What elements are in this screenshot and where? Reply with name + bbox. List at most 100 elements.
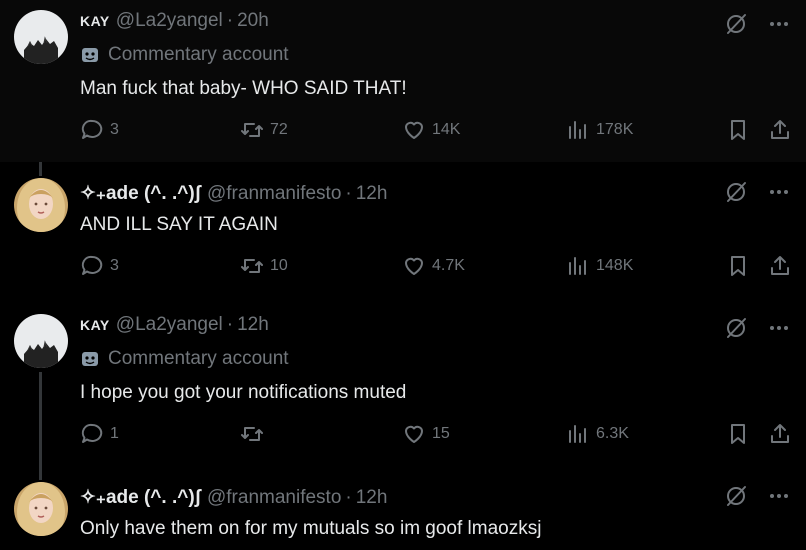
separator-dot: ·	[226, 10, 234, 31]
view-count: 6.3K	[596, 425, 629, 442]
tweet-text: AND ILL SAY IT AGAIN	[80, 214, 278, 235]
tweet-header: KAY @La2yangel · 12h	[80, 314, 269, 336]
tweet-top-icons	[724, 180, 790, 204]
tweet-top-icons	[724, 12, 790, 36]
retweet-count: 72	[270, 121, 288, 138]
views-icon	[569, 121, 586, 139]
share-icon	[771, 256, 789, 275]
avatar[interactable]	[14, 10, 68, 64]
bookmark-button[interactable]	[726, 254, 756, 278]
like-icon	[405, 257, 423, 275]
like-icon	[405, 425, 423, 443]
like-count: 15	[432, 425, 450, 442]
reply-count: 3	[110, 257, 119, 274]
tweet-text: I hope you got your notifications muted	[80, 382, 407, 403]
timestamp[interactable]: 12h	[356, 183, 388, 205]
grok-icon[interactable]	[724, 484, 748, 508]
tweet-text: Only have them on for my mutuals so im g…	[80, 518, 542, 539]
share-button[interactable]	[768, 254, 798, 278]
more-icon[interactable]	[768, 485, 790, 507]
tweet-top-icons	[724, 484, 790, 508]
tweet-text: Man fuck that baby- WHO SAID THAT!	[80, 78, 407, 99]
more-icon[interactable]	[768, 317, 790, 339]
tweet-header: ✧₊ade (^. .^)ʃ @franmanifesto · 12h	[80, 486, 387, 509]
separator-dot: ·	[226, 314, 234, 335]
tweet[interactable]: KAY @La2yangel · 12h Commentary account …	[0, 300, 806, 468]
views-button[interactable]: 178K	[566, 118, 633, 142]
account-label-text: Commentary account	[108, 348, 289, 369]
reply-icon	[81, 119, 103, 139]
timestamp[interactable]: 12h	[356, 487, 388, 509]
avatar[interactable]	[14, 482, 68, 536]
mask-icon	[82, 352, 98, 366]
account-label-text: Commentary account	[108, 44, 289, 65]
grok-icon[interactable]	[724, 180, 748, 204]
tweet[interactable]: ✧₊ade (^. .^)ʃ @franmanifesto · 12h Only…	[0, 468, 806, 550]
views-button[interactable]: 148K	[566, 254, 633, 278]
views-icon	[569, 257, 586, 275]
reply-button[interactable]: 3	[80, 254, 119, 278]
username[interactable]: @La2yangel	[116, 314, 223, 336]
tweet-header: KAY @La2yangel · 20h	[80, 10, 269, 32]
retweet-button[interactable]: 10	[240, 254, 288, 278]
more-icon[interactable]	[768, 13, 790, 35]
account-label: Commentary account	[80, 348, 289, 370]
reply-button[interactable]: 1	[80, 422, 119, 446]
reply-icon	[81, 255, 103, 275]
share-button[interactable]	[768, 422, 798, 446]
account-label: Commentary account	[80, 44, 289, 66]
like-count: 4.7K	[432, 257, 465, 274]
bookmark-button[interactable]	[726, 118, 756, 142]
reply-button[interactable]: 3	[80, 118, 119, 142]
like-count: 14K	[432, 121, 461, 138]
retweet-icon	[241, 123, 263, 137]
avatar[interactable]	[14, 314, 68, 368]
share-icon	[771, 120, 789, 139]
tweet[interactable]: KAY @La2yangel · 20h Commentary account …	[0, 0, 806, 162]
tweet-header: ✧₊ade (^. .^)ʃ @franmanifesto · 12h	[80, 182, 387, 205]
more-icon[interactable]	[768, 181, 790, 203]
like-button[interactable]: 4.7K	[402, 254, 465, 278]
bookmark-button[interactable]	[726, 422, 756, 446]
display-name[interactable]: ✧₊ade (^. .^)ʃ	[80, 182, 201, 205]
reply-icon	[81, 423, 103, 443]
retweet-icon	[241, 427, 263, 441]
retweet-icon	[241, 259, 263, 273]
like-button[interactable]: 14K	[402, 118, 460, 142]
grok-icon[interactable]	[724, 316, 748, 340]
retweet-count: 10	[270, 257, 288, 274]
bookmark-icon	[731, 256, 745, 276]
retweet-button[interactable]	[240, 422, 270, 446]
reply-count: 3	[110, 121, 119, 138]
tweet[interactable]: ✧₊ade (^. .^)ʃ @franmanifesto · 12h AND …	[0, 162, 806, 300]
action-bar: 3 72 14K 178K	[80, 118, 792, 148]
action-bar: 3 10 4.7K 148K	[80, 254, 792, 284]
reply-count: 1	[110, 425, 119, 442]
mask-icon	[82, 48, 98, 62]
tweet-top-icons	[724, 316, 790, 340]
separator-dot: ·	[345, 487, 352, 508]
timestamp[interactable]: 20h	[237, 10, 269, 32]
username[interactable]: @franmanifesto	[207, 487, 341, 509]
action-bar: 1 15 6.3K	[80, 422, 792, 452]
view-count: 178K	[596, 121, 634, 138]
retweet-button[interactable]: 72	[240, 118, 288, 142]
views-button[interactable]: 6.3K	[566, 422, 629, 446]
display-name[interactable]: KAY	[80, 13, 110, 29]
bookmark-icon	[731, 120, 745, 140]
like-button[interactable]: 15	[402, 422, 450, 446]
display-name[interactable]: KAY	[80, 317, 110, 333]
share-button[interactable]	[768, 118, 798, 142]
timestamp[interactable]: 12h	[237, 314, 269, 336]
share-icon	[771, 424, 789, 443]
like-icon	[405, 121, 423, 139]
avatar[interactable]	[14, 178, 68, 232]
grok-icon[interactable]	[724, 12, 748, 36]
bookmark-icon	[731, 424, 745, 444]
display-name[interactable]: ✧₊ade (^. .^)ʃ	[80, 486, 201, 509]
views-icon	[569, 425, 586, 443]
username[interactable]: @La2yangel	[116, 10, 223, 32]
view-count: 148K	[596, 257, 634, 274]
separator-dot: ·	[345, 183, 352, 204]
username[interactable]: @franmanifesto	[207, 183, 341, 205]
